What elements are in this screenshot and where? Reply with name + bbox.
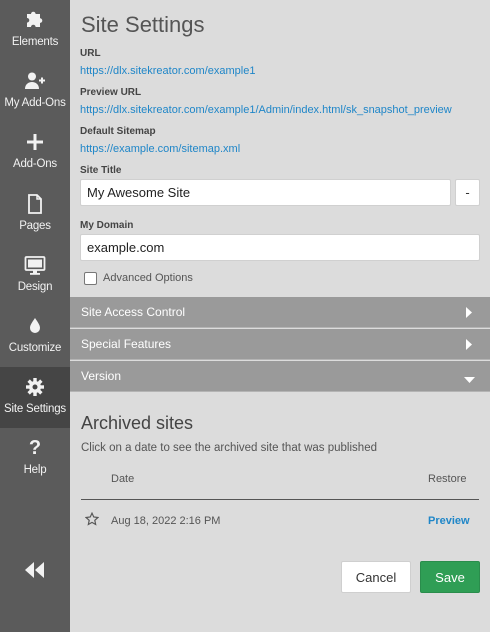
- page-icon: [0, 193, 70, 215]
- sidebar: Elements My Add-Ons Add-Ons Pages Design…: [0, 0, 70, 632]
- section-title: Special Features: [81, 337, 172, 351]
- sidebar-item-help[interactable]: ? Help: [0, 428, 70, 489]
- section-site-access-control[interactable]: Site Access Control: [70, 297, 490, 328]
- archived-sites-subtitle: Click on a date to see the archived site…: [81, 442, 377, 454]
- url-label: URL: [80, 48, 101, 59]
- cancel-button[interactable]: Cancel: [341, 561, 411, 593]
- page-title: Site Settings: [81, 12, 205, 37]
- sidebar-item-design[interactable]: Design: [0, 245, 70, 306]
- table-divider: [81, 499, 479, 500]
- sidebar-item-label: My Add-Ons: [4, 97, 66, 109]
- preview-url-label: Preview URL: [80, 87, 142, 98]
- question-icon: ?: [28, 436, 42, 459]
- site-title-label: Site Title: [80, 165, 122, 176]
- user-plus-icon: [0, 70, 70, 92]
- section-version[interactable]: Version: [70, 361, 490, 392]
- sidebar-item-label: Site Settings: [4, 403, 66, 415]
- chevron-right-icon: [465, 339, 473, 353]
- chevron-down-icon: [464, 373, 475, 387]
- sidebar-item-label: Customize: [8, 342, 62, 354]
- advanced-options-checkbox[interactable]: [84, 271, 97, 285]
- sidebar-item-add-ons[interactable]: Add-Ons: [0, 122, 70, 183]
- settings-panel: Site Settings URL https://dlx.sitekreato…: [70, 0, 490, 632]
- sidebar-item-label: Add-Ons: [13, 158, 57, 170]
- column-header-restore: Restore: [428, 473, 467, 485]
- url-link[interactable]: https://dlx.sitekreator.com/example1: [80, 65, 255, 77]
- preview-link[interactable]: Preview: [428, 515, 470, 527]
- plus-icon: [0, 131, 70, 153]
- site-title-dash-button[interactable]: -: [455, 179, 480, 206]
- chevron-right-icon: [465, 307, 473, 321]
- advanced-options-toggle[interactable]: Advanced Options: [84, 270, 193, 286]
- column-header-date: Date: [111, 473, 135, 485]
- archived-sites-title: Archived sites: [81, 413, 194, 433]
- default-sitemap-link[interactable]: https://example.com/sitemap.xml: [80, 143, 240, 155]
- section-special-features[interactable]: Special Features: [70, 329, 490, 360]
- star-icon[interactable]: [84, 511, 100, 531]
- gear-icon: [0, 376, 70, 398]
- sidebar-item-pages[interactable]: Pages: [0, 184, 70, 245]
- sidebar-item-customize[interactable]: Customize: [0, 306, 70, 367]
- save-button[interactable]: Save: [420, 561, 480, 593]
- sidebar-item-label: Design: [17, 281, 53, 293]
- archive-date[interactable]: Aug 18, 2022 2:16 PM: [111, 515, 220, 527]
- droplet-icon: [0, 315, 70, 337]
- section-title: Site Access Control: [81, 305, 186, 319]
- default-sitemap-label: Default Sitemap: [80, 126, 156, 137]
- sidebar-item-my-add-ons[interactable]: My Add-Ons: [0, 61, 70, 122]
- site-title-input[interactable]: [80, 179, 451, 206]
- sidebar-item-elements[interactable]: Elements: [0, 0, 70, 61]
- collapse-sidebar-button[interactable]: [0, 556, 70, 588]
- monitor-icon: [0, 254, 70, 276]
- sidebar-item-site-settings[interactable]: Site Settings: [0, 367, 70, 428]
- preview-url-link[interactable]: https://dlx.sitekreator.com/example1/Adm…: [80, 104, 452, 116]
- advanced-options-label: Advanced Options: [103, 272, 193, 284]
- my-domain-label: My Domain: [80, 220, 134, 231]
- sidebar-item-label: Help: [23, 464, 47, 476]
- my-domain-input[interactable]: [80, 234, 480, 261]
- puzzle-icon: [0, 9, 70, 31]
- section-title: Version: [81, 369, 122, 383]
- sidebar-item-label: Elements: [11, 36, 59, 48]
- sidebar-item-label: Pages: [19, 220, 51, 232]
- double-chevron-left-icon: [24, 561, 46, 584]
